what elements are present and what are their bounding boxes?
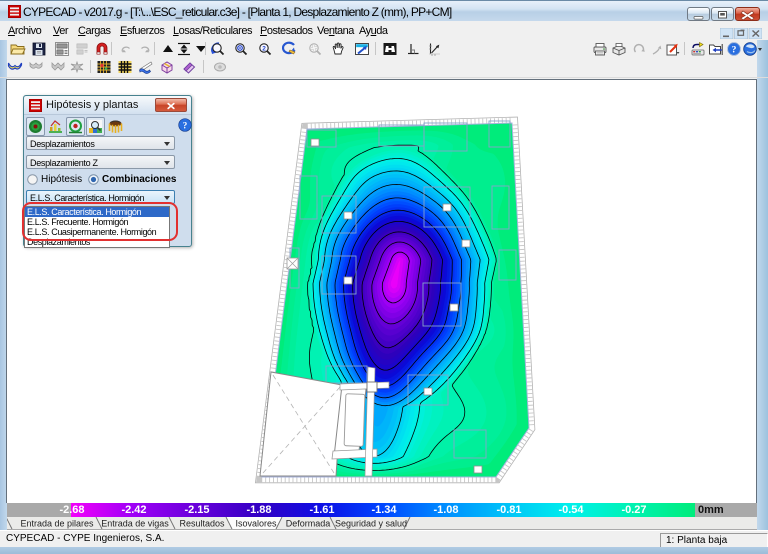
svg-text:Resultados: Resultados (179, 519, 225, 529)
svg-text:Entrada de pilares: Entrada de pilares (20, 519, 94, 529)
svg-text:Entrada de vigas: Entrada de vigas (101, 519, 169, 529)
svg-text:Isovalores: Isovalores (235, 519, 277, 529)
svg-text:Seguridad y salud: Seguridad y salud (335, 519, 407, 529)
svg-text:?: ? (183, 121, 188, 131)
svg-text:?: ? (732, 45, 737, 55)
svg-text:2: 2 (262, 46, 266, 53)
svg-text:Deformada: Deformada (286, 519, 331, 529)
